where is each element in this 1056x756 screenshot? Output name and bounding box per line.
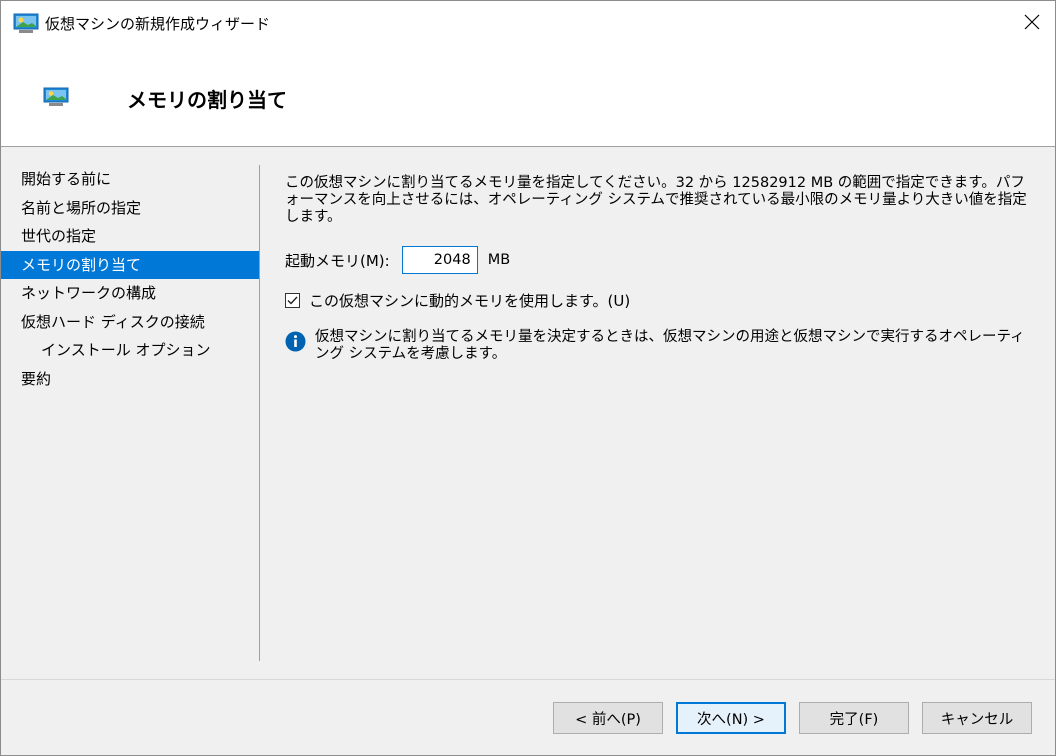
wizard-content: この仮想マシンに割り当てるメモリ量を指定してください。32 から 1258291… <box>285 175 1035 362</box>
title-bar: 仮想マシンの新規作成ウィザード <box>1 1 1055 47</box>
nav-item-virtual-hard-disk[interactable]: 仮想ハード ディスクの接続 <box>1 308 259 337</box>
page-title: メモリの割り当て <box>127 88 287 112</box>
vm-monitor-icon <box>43 87 69 107</box>
nav-item-before-you-begin[interactable]: 開始する前に <box>1 165 259 194</box>
dynamic-memory-label: この仮想マシンに動的メモリを使用します。(U) <box>309 291 631 310</box>
startup-memory-unit: MB <box>487 252 511 268</box>
startup-memory-label: 起動メモリ(M): <box>285 251 390 270</box>
wizard-window: 仮想マシンの新規作成ウィザード メモリの割り当て 開始する前に 名前と場所の指定… <box>0 0 1056 756</box>
memory-description: この仮想マシンに割り当てるメモリ量を指定してください。32 から 1258291… <box>285 175 1027 225</box>
info-icon <box>285 331 306 352</box>
startup-memory-input[interactable] <box>401 246 478 274</box>
previous-button[interactable]: < 前へ(P) <box>553 702 663 734</box>
dynamic-memory-option[interactable]: この仮想マシンに動的メモリを使用します。(U) <box>285 288 630 312</box>
finish-button[interactable]: 完了(F) <box>799 702 909 734</box>
info-text: 仮想マシンに割り当てるメモリ量を決定するときは、仮想マシンの用途と仮想マシンで実… <box>315 329 1025 362</box>
nav-divider <box>259 165 260 661</box>
nav-item-installation-options[interactable]: インストール オプション <box>1 336 259 365</box>
close-button[interactable] <box>1009 1 1055 47</box>
next-button[interactable]: 次へ(N) > <box>676 702 786 734</box>
cancel-button[interactable]: キャンセル <box>922 702 1032 734</box>
dynamic-memory-checkbox[interactable] <box>285 292 300 308</box>
close-icon <box>1024 14 1040 34</box>
checkmark-icon <box>287 296 298 305</box>
nav-item-generation[interactable]: 世代の指定 <box>1 222 259 251</box>
wizard-header: メモリの割り当て <box>1 47 1055 147</box>
nav-item-summary[interactable]: 要約 <box>1 365 259 394</box>
nav-item-name-and-location[interactable]: 名前と場所の指定 <box>1 194 259 223</box>
footer-separator <box>1 679 1055 680</box>
startup-memory-row: 起動メモリ(M): MB <box>285 245 510 275</box>
nav-item-networking[interactable]: ネットワークの構成 <box>1 279 259 308</box>
info-note: 仮想マシンに割り当てるメモリ量を決定するときは、仮想マシンの用途と仮想マシンで実… <box>285 329 1035 363</box>
nav-item-assign-memory[interactable]: メモリの割り当て <box>1 250 259 279</box>
wizard-steps-nav: 開始する前に 名前と場所の指定 世代の指定 メモリの割り当て ネットワークの構成… <box>1 165 259 393</box>
window-title: 仮想マシンの新規作成ウィザード <box>45 15 271 33</box>
vm-monitor-icon <box>13 13 39 35</box>
